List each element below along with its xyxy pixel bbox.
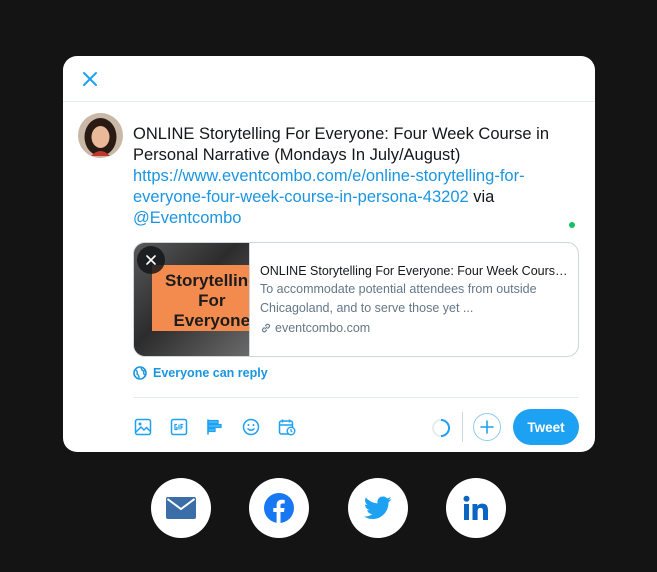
avatar bbox=[78, 113, 123, 158]
share-twitter-button[interactable] bbox=[348, 478, 408, 538]
globe-icon bbox=[133, 366, 147, 380]
emoji-icon bbox=[242, 418, 260, 436]
close-button[interactable] bbox=[77, 66, 103, 92]
plus-icon bbox=[480, 420, 494, 434]
share-buttons bbox=[0, 478, 657, 538]
card-thumbnail-text: Storytelling For Everyone bbox=[165, 271, 249, 330]
tweet-composer-modal: ONLINE Storytelling For Everyone: Four W… bbox=[63, 56, 595, 452]
divider bbox=[133, 397, 579, 398]
poll-icon bbox=[207, 419, 222, 435]
gif-icon bbox=[170, 418, 188, 436]
card-domain: eventcombo.com bbox=[260, 318, 576, 338]
modal-header bbox=[63, 56, 595, 102]
link-icon bbox=[261, 323, 271, 332]
composer-toolbar bbox=[131, 415, 299, 439]
image-icon bbox=[134, 418, 152, 436]
tweet-via-text: via bbox=[473, 188, 495, 206]
linkedin-icon bbox=[463, 495, 488, 520]
reply-setting-button[interactable]: Everyone can reply bbox=[133, 366, 268, 380]
card-thumbnail: Storytelling For Everyone bbox=[134, 243, 249, 356]
tweet-url-link[interactable]: https://www.eventcombo.com/e/online-stor… bbox=[133, 167, 525, 206]
add-poll-button[interactable] bbox=[203, 415, 227, 439]
remove-card-button[interactable] bbox=[137, 246, 165, 274]
share-facebook-button[interactable] bbox=[249, 478, 309, 538]
add-emoji-button[interactable] bbox=[239, 415, 263, 439]
twitter-bird-icon bbox=[364, 496, 392, 519]
add-gif-button[interactable] bbox=[167, 415, 191, 439]
share-linkedin-button[interactable] bbox=[446, 478, 506, 538]
tweet-title-text: ONLINE Storytelling For Everyone: Four W… bbox=[133, 125, 550, 164]
add-tweet-button[interactable] bbox=[473, 413, 501, 441]
tweet-text[interactable]: ONLINE Storytelling For Everyone: Four W… bbox=[133, 124, 583, 229]
card-domain-text: eventcombo.com bbox=[275, 320, 371, 335]
envelope-icon bbox=[166, 497, 196, 519]
close-icon bbox=[146, 255, 156, 265]
toolbar-separator bbox=[462, 412, 463, 442]
tweet-mention-link[interactable]: @Eventcombo bbox=[133, 209, 241, 227]
tweet-button[interactable]: Tweet bbox=[513, 409, 579, 445]
card-description: To accommodate potential attendees from … bbox=[260, 281, 537, 315]
close-icon bbox=[83, 72, 97, 86]
facebook-icon bbox=[264, 493, 294, 523]
add-image-button[interactable] bbox=[131, 415, 155, 439]
schedule-button[interactable] bbox=[275, 415, 299, 439]
schedule-icon bbox=[278, 419, 296, 436]
character-counter bbox=[432, 419, 450, 437]
card-body: ONLINE Storytelling For Everyone: Four W… bbox=[249, 243, 578, 356]
share-email-button[interactable] bbox=[151, 478, 211, 538]
link-preview-card[interactable]: Storytelling For Everyone ONLINE Storyte… bbox=[133, 242, 579, 357]
status-dot bbox=[569, 222, 575, 228]
card-title: ONLINE Storytelling For Everyone: Four W… bbox=[260, 263, 572, 278]
reply-setting-label: Everyone can reply bbox=[153, 366, 268, 380]
